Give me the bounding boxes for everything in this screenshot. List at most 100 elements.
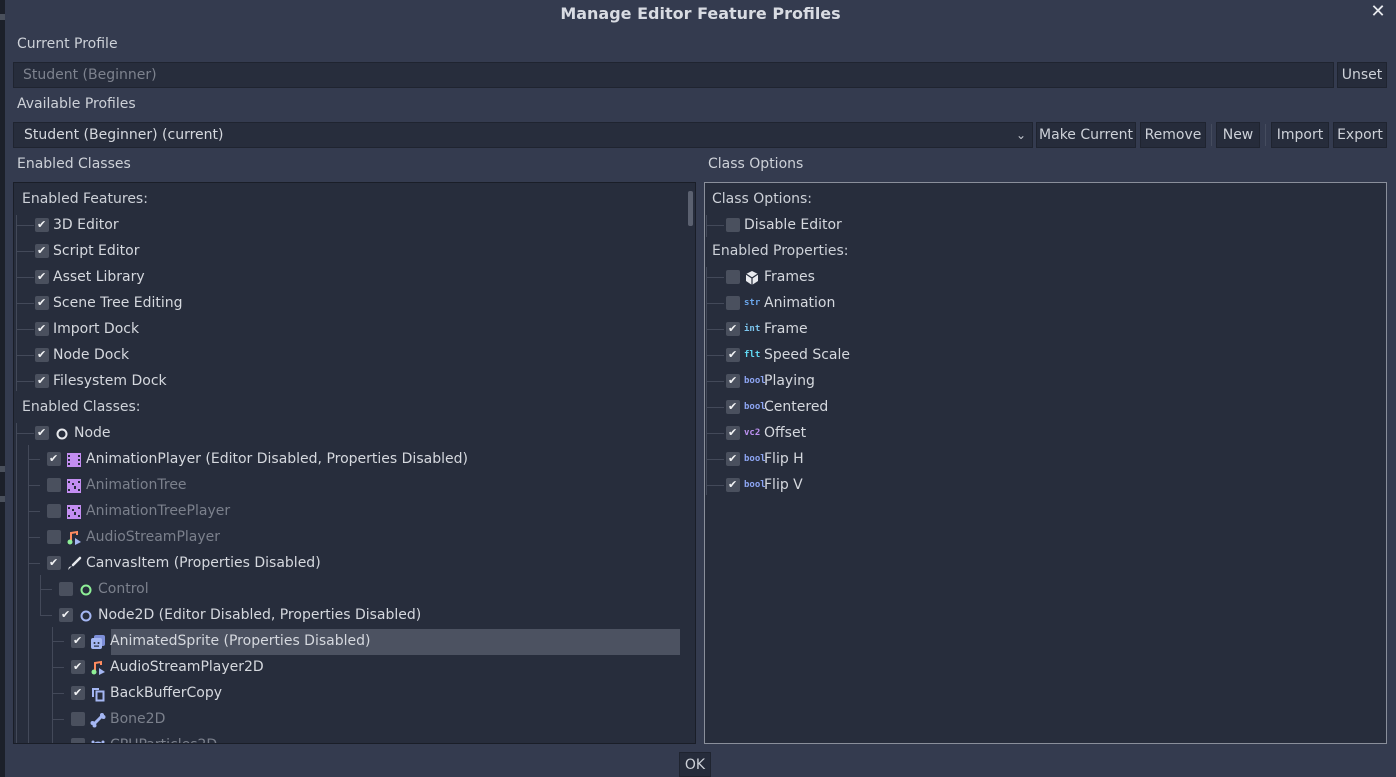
property-item[interactable]: bool Flip H bbox=[705, 446, 1365, 472]
class-item[interactable]: CPUParticles2D bbox=[14, 732, 674, 743]
feature-checkbox[interactable] bbox=[35, 368, 49, 394]
property-checkbox[interactable] bbox=[726, 420, 740, 446]
class-checkbox[interactable] bbox=[47, 446, 61, 472]
ok-button[interactable]: OK bbox=[679, 752, 711, 777]
audio-stream-player-icon bbox=[90, 659, 106, 675]
feature-label: Scene Tree Editing bbox=[53, 295, 183, 311]
class-checkbox[interactable] bbox=[71, 680, 85, 706]
class-checkbox[interactable] bbox=[71, 712, 85, 726]
class-checkbox[interactable] bbox=[47, 478, 61, 492]
class-item[interactable]: AudioStreamPlayer bbox=[14, 524, 674, 550]
export-button[interactable]: Export bbox=[1333, 122, 1387, 148]
class-item[interactable]: AnimationTree bbox=[14, 472, 674, 498]
import-button[interactable]: Import bbox=[1271, 122, 1329, 148]
feature-item[interactable]: Import Dock bbox=[14, 316, 674, 342]
property-item[interactable]: bool Playing bbox=[705, 368, 1365, 394]
vector2-type-icon: vc2 bbox=[744, 428, 761, 438]
property-checkbox[interactable] bbox=[726, 472, 740, 498]
remove-button[interactable]: Remove bbox=[1140, 122, 1206, 148]
class-checkbox[interactable] bbox=[47, 504, 61, 518]
property-label: Frame bbox=[764, 321, 808, 337]
class-checkbox[interactable] bbox=[71, 628, 85, 654]
feature-item[interactable]: Script Editor bbox=[14, 238, 674, 264]
feature-checkbox[interactable] bbox=[35, 264, 49, 290]
class-item[interactable]: AnimationTreePlayer bbox=[14, 498, 674, 524]
property-checkbox[interactable] bbox=[726, 296, 740, 310]
string-type-icon: str bbox=[744, 298, 761, 308]
property-item[interactable]: int Frame bbox=[705, 316, 1365, 342]
bool-type-icon: bool bbox=[744, 480, 766, 490]
chevron-down-icon: ⌄ bbox=[1015, 128, 1026, 142]
property-checkbox[interactable] bbox=[726, 446, 740, 472]
class-item[interactable]: AnimatedSprite (Properties Disabled) bbox=[14, 628, 674, 654]
feature-checkbox[interactable] bbox=[35, 316, 49, 342]
property-item[interactable]: bool Flip V bbox=[705, 472, 1365, 498]
feature-checkbox[interactable] bbox=[35, 238, 49, 264]
class-item[interactable]: Node bbox=[14, 420, 674, 446]
feature-label: Script Editor bbox=[53, 243, 140, 259]
property-checkbox[interactable] bbox=[726, 394, 740, 420]
class-checkbox[interactable] bbox=[71, 654, 85, 680]
class-checkbox[interactable] bbox=[47, 550, 61, 576]
new-button[interactable]: New bbox=[1216, 122, 1260, 148]
feature-label: Filesystem Dock bbox=[53, 373, 167, 389]
property-label: Frames bbox=[764, 269, 815, 285]
property-checkbox[interactable] bbox=[726, 368, 740, 394]
class-item[interactable]: Control bbox=[14, 576, 674, 602]
property-checkbox[interactable] bbox=[726, 342, 740, 368]
enabled-classes-tree[interactable]: Enabled Features: 3D Editor Script Edito… bbox=[13, 182, 696, 744]
class-item[interactable]: AudioStreamPlayer2D bbox=[14, 654, 674, 680]
property-checkbox[interactable] bbox=[726, 316, 740, 342]
class-checkbox[interactable] bbox=[35, 420, 49, 446]
class-label: Bone2D bbox=[110, 711, 166, 727]
class-checkbox[interactable] bbox=[59, 602, 73, 628]
property-checkbox[interactable] bbox=[726, 270, 740, 284]
class-checkbox[interactable] bbox=[47, 530, 61, 544]
current-profile-label: Current Profile bbox=[17, 36, 118, 52]
class-item[interactable]: BackBufferCopy bbox=[14, 680, 674, 706]
property-item[interactable]: bool Centered bbox=[705, 394, 1365, 420]
class-label: AudioStreamPlayer2D bbox=[110, 659, 264, 675]
class-item[interactable]: CanvasItem (Properties Disabled) bbox=[14, 550, 674, 576]
class-item[interactable]: Bone2D bbox=[14, 706, 674, 732]
feature-label: Asset Library bbox=[53, 269, 145, 285]
class-item[interactable]: AnimationPlayer (Editor Disabled, Proper… bbox=[14, 446, 674, 472]
feature-checkbox[interactable] bbox=[35, 212, 49, 238]
class-checkbox[interactable] bbox=[59, 582, 73, 596]
close-icon[interactable]: ✕ bbox=[1367, 1, 1389, 23]
feature-item[interactable]: 3D Editor bbox=[14, 212, 674, 238]
node2d-circle-icon bbox=[78, 607, 94, 623]
property-item[interactable]: str Animation bbox=[705, 290, 1365, 316]
class-checkbox[interactable] bbox=[71, 738, 85, 743]
class-label: Control bbox=[98, 581, 149, 597]
control-circle-icon bbox=[78, 581, 94, 597]
property-item[interactable]: flt Speed Scale bbox=[705, 342, 1365, 368]
property-label: Speed Scale bbox=[764, 347, 851, 363]
available-profiles-select[interactable]: Student (Beginner) (current) ⌄ bbox=[13, 122, 1033, 148]
property-item[interactable]: Frames bbox=[705, 264, 1365, 290]
property-item[interactable]: vc2 Offset bbox=[705, 420, 1365, 446]
unset-button[interactable]: Unset bbox=[1337, 62, 1387, 88]
class-label: Node bbox=[74, 425, 111, 441]
feature-item[interactable]: Scene Tree Editing bbox=[14, 290, 674, 316]
option-item[interactable]: Disable Editor bbox=[705, 212, 1365, 238]
class-label: AnimationTreePlayer bbox=[86, 503, 231, 519]
feature-item[interactable]: Filesystem Dock bbox=[14, 368, 674, 394]
make-current-button[interactable]: Make Current bbox=[1036, 122, 1136, 148]
class-label: AnimationPlayer (Editor Disabled, Proper… bbox=[86, 451, 468, 467]
class-item[interactable]: Node2D (Editor Disabled, Properties Disa… bbox=[14, 602, 674, 628]
tree-scrollbar[interactable] bbox=[688, 191, 693, 226]
class-label: AnimatedSprite (Properties Disabled) bbox=[110, 633, 371, 649]
class-options-tree[interactable]: Class Options: Disable Editor Enabled Pr… bbox=[704, 182, 1387, 744]
toolbar-separator bbox=[1265, 124, 1266, 146]
feature-checkbox[interactable] bbox=[35, 342, 49, 368]
option-checkbox[interactable] bbox=[726, 218, 740, 232]
feature-checkbox[interactable] bbox=[35, 290, 49, 316]
brush-icon bbox=[66, 555, 82, 571]
float-type-icon: flt bbox=[744, 350, 761, 360]
feature-item[interactable]: Asset Library bbox=[14, 264, 674, 290]
class-options-header: Class Options: bbox=[712, 191, 813, 207]
class-label: Node2D (Editor Disabled, Properties Disa… bbox=[98, 607, 422, 623]
feature-item[interactable]: Node Dock bbox=[14, 342, 674, 368]
property-label: Playing bbox=[764, 373, 815, 389]
